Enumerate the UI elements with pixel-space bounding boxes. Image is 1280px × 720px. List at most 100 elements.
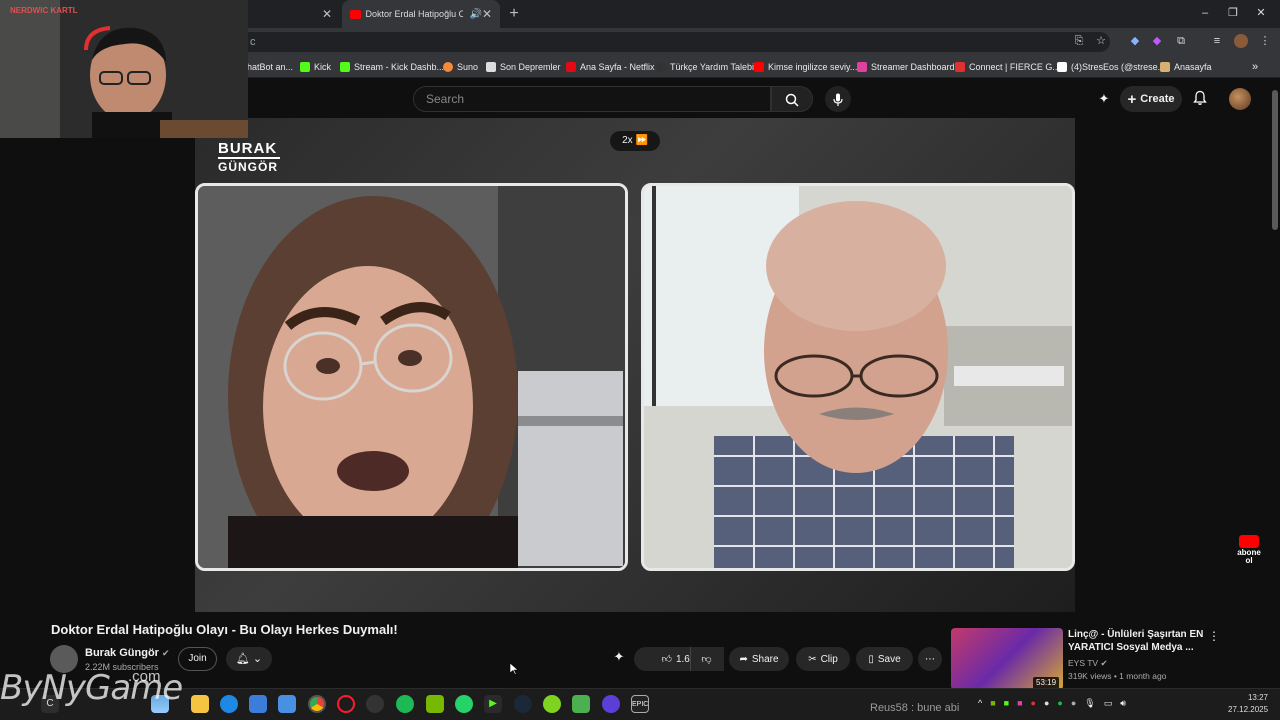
tab-label: Doktor Erdal Hatipoğlu Olay [365, 9, 464, 19]
verified-badge-icon: ✔ [1100, 658, 1108, 668]
clip-button[interactable]: ✂ Clip [796, 647, 850, 671]
video-frame-left-person [195, 183, 628, 571]
volume-icon: 🔊︎ [1120, 698, 1126, 708]
tray-app-icon: ● [1070, 698, 1077, 708]
new-tab-button[interactable]: + [504, 4, 524, 24]
recommended-video-title[interactable]: Linç@ - Ünlüleri Şaşırtan EN YARATICI So… [1068, 628, 1208, 654]
subscription-bell-button[interactable]: 🔔︎ ⌄ [226, 647, 272, 671]
gemini-ask-icon[interactable]: ✦ [1096, 91, 1112, 107]
app-icon[interactable] [278, 695, 296, 713]
save-button[interactable]: ▯ Save [856, 647, 913, 671]
bookmark-item[interactable]: Türkçe Yardım Talebi [656, 60, 754, 74]
page-icon [1160, 62, 1170, 72]
voice-search-button[interactable] [825, 86, 851, 112]
install-app-icon[interactable]: ⎘ [1072, 34, 1086, 48]
store-icon[interactable] [249, 695, 267, 713]
bookmark-star-icon[interactable]: ☆ [1094, 34, 1108, 48]
taskbar-clock[interactable]: 13:27 27.12.2025 [1228, 692, 1268, 716]
browser-tab-active[interactable]: Doktor Erdal Hatipoğlu Olay 🔊 ✕ [342, 0, 500, 28]
bookmark-item[interactable]: (4)StresEos (@strese... [1057, 60, 1165, 74]
kick-app-icon[interactable]: ▶ [484, 695, 502, 713]
streamer-face-image [0, 0, 248, 138]
tray-app-icon: ● [1030, 698, 1036, 708]
tray-app-icon: ● [1057, 698, 1063, 708]
extensions-puzzle-icon[interactable]: ⧉ [1174, 34, 1188, 48]
more-options-icon[interactable]: ⋮ [1208, 629, 1220, 643]
bookmark-item[interactable]: Suno [443, 60, 478, 74]
search-button[interactable] [771, 86, 813, 112]
tray-app-icon: ■ [990, 698, 996, 708]
bookmark-item[interactable]: Streamer Dashboard [857, 60, 955, 74]
join-button[interactable]: Join [178, 647, 217, 671]
bookmark-item[interactable]: Ana Sayfa - Netflix [566, 60, 655, 74]
extension-icon[interactable]: ◆ [1128, 34, 1142, 48]
bookmark-item[interactable]: Anasayfa [1160, 60, 1212, 74]
spotify-icon[interactable] [396, 695, 414, 713]
fierce-icon [955, 62, 965, 72]
media-control-icon[interactable]: ≡ [1210, 34, 1224, 48]
system-tray[interactable]: ^ ■ ■ ■ ● ● ● ● 🎙︎ ▭ 🔊︎ [978, 698, 1178, 712]
share-button[interactable]: ➦ Share [729, 647, 789, 671]
mouse-cursor-icon [510, 663, 518, 675]
browser-menu-icon[interactable]: ⋮ [1258, 34, 1272, 48]
netflix-icon [566, 62, 576, 72]
more-actions-button[interactable]: ⋯ [918, 647, 942, 671]
notifications-bell-icon[interactable] [1192, 90, 1210, 108]
video-frame-right-person [641, 183, 1075, 571]
speaker-icon[interactable]: 🔊 [469, 9, 481, 20]
restore-icon[interactable]: ❐ [1226, 6, 1240, 20]
fast-forward-icon: ⏩ [635, 135, 648, 146]
subscribe-watermark[interactable]: abone ol [1235, 535, 1263, 565]
whatsapp-icon[interactable] [455, 695, 473, 713]
account-avatar[interactable] [1229, 88, 1251, 110]
steam-icon[interactable] [514, 695, 532, 713]
suno-icon [443, 62, 453, 72]
bookmark-item[interactable]: Stream - Kick Dashb... [340, 60, 444, 74]
close-window-icon[interactable]: ✕ [1254, 6, 1268, 20]
more-horizontal-icon: ⋯ [925, 653, 935, 665]
nvidia-icon[interactable] [426, 695, 444, 713]
share-arrow-icon: ➦ [739, 653, 748, 665]
bookmark-item[interactable]: Connect | FIERCE G... [955, 60, 1060, 74]
video-title: Doktor Erdal Hatipoğlu Olayı - Bu Olayı … [51, 622, 398, 637]
bookmark-item[interactable]: Kimse ingilizce seviy... [754, 60, 857, 74]
edge-browser-icon[interactable] [220, 695, 238, 713]
profile-avatar[interactable] [1234, 34, 1248, 48]
extension-icon[interactable]: ◆ [1150, 34, 1164, 48]
network-icon: ▭ [1103, 698, 1113, 708]
obs-icon[interactable] [602, 695, 620, 713]
channel-name[interactable]: Burak Güngör ✔ [85, 647, 170, 659]
woman-with-glasses-image [198, 186, 625, 568]
streamer-webcam-overlay [0, 0, 248, 138]
url-bar[interactable]: c [240, 32, 1110, 52]
thumbs-up-icon: 👍︎ [661, 654, 672, 665]
minecraft-icon[interactable] [572, 695, 590, 713]
chrome-browser-icon[interactable] [308, 695, 326, 713]
opera-gx-icon[interactable] [337, 695, 355, 713]
app-icon[interactable] [366, 695, 384, 713]
playback-speed-indicator: 2x ⏩ [610, 131, 660, 151]
file-explorer-icon[interactable] [191, 695, 209, 713]
search-input[interactable]: Search [413, 86, 771, 112]
search-icon [785, 94, 799, 107]
bookmark-item[interactable]: Son Depremler [486, 60, 561, 74]
close-tab-icon[interactable]: ✕ [482, 7, 492, 21]
more-bookmarks-icon[interactable]: » [1252, 60, 1258, 74]
close-tab-icon[interactable]: ✕ [322, 7, 332, 21]
bell-icon: 🔔︎ [235, 653, 250, 665]
create-button[interactable]: + Create [1120, 86, 1182, 112]
older-man-with-glasses-image [644, 186, 1072, 568]
tray-app-icon: ■ [1003, 698, 1010, 708]
bookmark-item[interactable]: Kick [300, 60, 331, 74]
epic-games-icon[interactable]: EPIC [631, 695, 649, 713]
ask-ai-icon[interactable]: ✦ [609, 649, 629, 669]
page-scrollbar[interactable] [1272, 90, 1278, 230]
app-icon[interactable] [543, 695, 561, 713]
minimize-icon[interactable]: – [1198, 6, 1212, 20]
tray-app-icon: ■ [1017, 698, 1023, 708]
bookmark-item[interactable]: hatBot an... [247, 60, 293, 74]
dislike-button[interactable]: 👎︎ [690, 647, 722, 671]
recommended-channel-name[interactable]: EYS TV ✔ [1068, 658, 1108, 669]
tray-app-icon: ● [1043, 698, 1050, 708]
streamer-name-label: NERDWIC KARTL [10, 6, 78, 15]
